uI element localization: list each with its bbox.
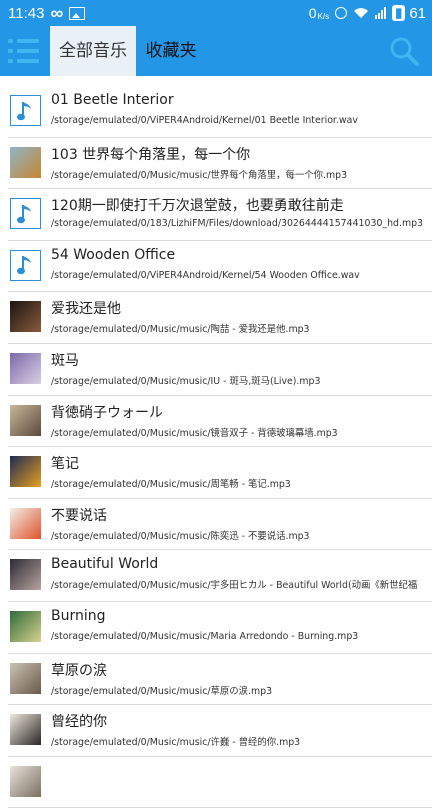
song-path: /storage/emulated/0/ViPER4Android/Kernel… [51, 269, 360, 281]
song-path: /storage/emulated/0/Music/music/陶喆 - 爱我还… [51, 324, 310, 336]
song-title: 笔记 [51, 456, 79, 473]
song-list-item[interactable]: 01 Beetle Interior/storage/emulated/0/Vi… [0, 86, 432, 138]
song-path: /storage/emulated/0/Music/music/世界每个角落里，… [51, 169, 348, 181]
status-time: 11:43 [8, 4, 45, 22]
song-path: /storage/emulated/0/Music/music/许巍 - 曾经的… [51, 737, 301, 749]
data-speed: 0 [308, 5, 317, 21]
song-list-item[interactable]: 不要说话/storage/emulated/0/Music/music/陈奕迅 … [0, 499, 432, 551]
song-path: /storage/emulated/0/Music/music/草原の涙.mp3 [51, 685, 273, 697]
app-bar: 全部音乐 收藏夹 [0, 26, 432, 76]
menu-icon[interactable] [8, 36, 40, 66]
song-title: 背徳硝子ウォール [51, 404, 163, 421]
song-path: /storage/emulated/0/ViPER4Android/Kernel… [51, 115, 358, 126]
status-bar: 11:43 ∞ 0 K/s ▮ 61 [0, 0, 432, 26]
album-art [10, 404, 41, 436]
music-note-icon [10, 95, 41, 126]
album-art [10, 507, 41, 539]
search-icon[interactable] [388, 35, 420, 67]
song-title: 01 Beetle Interior [51, 92, 174, 108]
data-unit: K/s [317, 12, 330, 21]
gallery-icon [69, 6, 86, 20]
album-art [10, 352, 41, 384]
infinity-icon: ∞ [50, 3, 64, 23]
signal-icon [375, 7, 387, 19]
song-path: /storage/emulated/0/183/LizhiFM/Files/do… [51, 218, 424, 230]
song-title: Beautiful World [51, 556, 159, 573]
album-art [10, 714, 41, 746]
album-art [10, 662, 41, 694]
wifi-icon [354, 8, 369, 18]
status-icons: 0 K/s ▮ 61 [309, 0, 426, 26]
song-list-item[interactable]: 爱我还是他/storage/emulated/0/Music/music/陶喆 … [0, 292, 432, 344]
song-path: /storage/emulated/0/Music/music/周笔畅 - 笔记… [51, 479, 291, 491]
song-list-item[interactable] [0, 757, 432, 808]
tab-all-music[interactable]: 全部音乐 [50, 26, 136, 76]
album-art [10, 456, 41, 488]
song-list-item[interactable]: 背徳硝子ウォール/storage/emulated/0/Music/music/… [0, 396, 432, 448]
album-art [10, 559, 41, 591]
song-list-item[interactable]: Beautiful World/storage/emulated/0/Music… [0, 550, 432, 602]
album-art [10, 301, 41, 333]
song-title: 草原の涙 [51, 662, 107, 679]
song-title: 爱我还是他 [51, 301, 121, 318]
music-note-icon [10, 198, 41, 230]
song-list-item[interactable]: 120期一即使打千万次退堂鼓，也要勇敢往前走/storage/emulated/… [0, 189, 432, 241]
album-art [10, 765, 41, 797]
song-title: 54 Wooden Office [51, 246, 176, 263]
alarm-icon [335, 7, 348, 19]
song-list-item[interactable]: 草原の涙/storage/emulated/0/Music/music/草原の涙… [0, 654, 432, 706]
song-path: /storage/emulated/0/Music/music/宇多田ヒカル -… [51, 580, 418, 592]
song-title: 曾经的你 [51, 714, 107, 731]
album-art [10, 146, 41, 178]
tab-favorites[interactable]: 收藏夹 [136, 26, 206, 76]
song-list-item[interactable]: 103 世界每个角落里，每一个你/storage/emulated/0/Musi… [0, 138, 432, 190]
song-title: Burning [51, 607, 106, 624]
song-list: 01 Beetle Interior/storage/emulated/0/Vi… [0, 86, 432, 808]
song-path: /storage/emulated/0/Music/music/陈奕迅 - 不要… [51, 530, 310, 542]
battery-icon: ▮ [392, 5, 406, 21]
song-list-item[interactable]: 斑马/storage/emulated/0/Music/music/IU - 斑… [0, 344, 432, 396]
song-list-item[interactable]: Burning/storage/emulated/0/Music/music/M… [0, 602, 432, 654]
song-title: 不要说话 [51, 507, 107, 524]
song-path: /storage/emulated/0/Music/music/镜音双子 - 背… [51, 427, 338, 439]
song-list-item[interactable]: 曾经的你/storage/emulated/0/Music/music/许巍 -… [0, 705, 432, 757]
battery-level: 61 [409, 4, 426, 22]
song-title: 斑马 [51, 352, 79, 369]
song-list-item[interactable]: 笔记/storage/emulated/0/Music/music/周笔畅 - … [0, 447, 432, 499]
music-note-icon [10, 249, 41, 281]
album-art [10, 610, 41, 642]
song-path: /storage/emulated/0/Music/music/IU - 斑马,… [51, 375, 321, 387]
song-list-item[interactable]: 54 Wooden Office/storage/emulated/0/ViPE… [0, 241, 432, 293]
song-title: 120期一即使打千万次退堂鼓，也要勇敢往前走 [51, 198, 344, 215]
song-title: 103 世界每个角落里，每一个你 [51, 146, 251, 163]
song-path: /storage/emulated/0/Music/music/Maria Ar… [51, 630, 359, 642]
